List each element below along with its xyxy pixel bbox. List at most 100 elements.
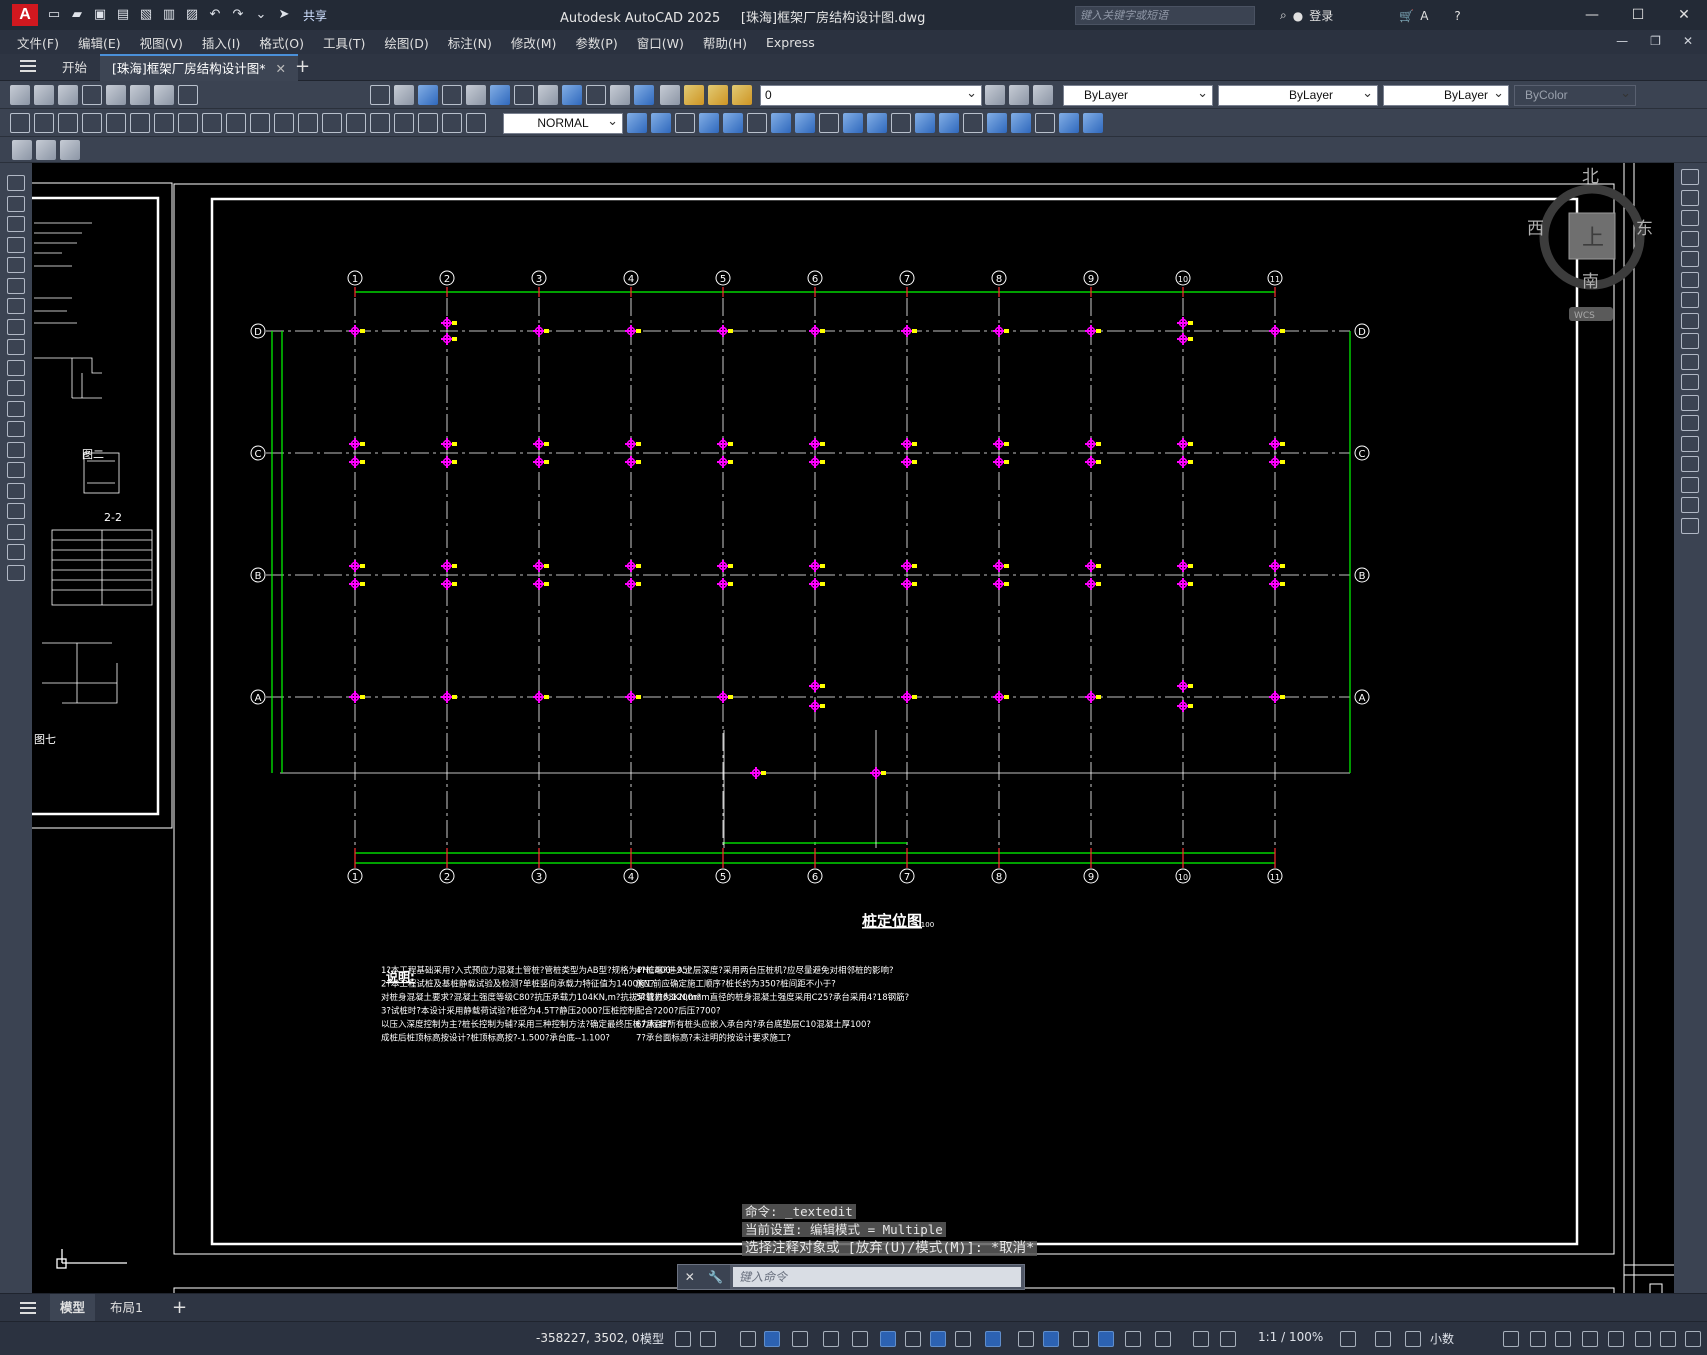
isodraft-icon[interactable] <box>852 1331 868 1347</box>
insert-block-icon[interactable] <box>7 400 25 417</box>
linetype-select[interactable]: ByLayer <box>1218 83 1378 106</box>
lineweight-select[interactable]: ByLayer <box>1383 83 1509 106</box>
model-space-button[interactable]: 模型 <box>640 1330 664 1347</box>
viewcube-south[interactable]: 南 <box>1582 272 1599 292</box>
3d-osnap-icon[interactable] <box>1018 1331 1034 1347</box>
offset-icon[interactable] <box>1681 230 1699 247</box>
quick-properties-icon[interactable] <box>1375 1331 1391 1347</box>
snap-icon[interactable] <box>700 1331 716 1347</box>
graphics-performance-icon[interactable] <box>1530 1331 1546 1347</box>
polygon-icon[interactable] <box>7 236 25 253</box>
erase-icon[interactable] <box>1681 169 1699 185</box>
color-select[interactable]: ByLayer <box>1063 83 1213 106</box>
blend-icon[interactable] <box>1681 497 1699 513</box>
edit-text-icon[interactable] <box>442 113 462 133</box>
import-icon[interactable]: ▧ <box>138 7 154 23</box>
infer-icon[interactable] <box>740 1331 756 1347</box>
plotstyle-select[interactable]: ByColor <box>1514 83 1636 106</box>
close-icon[interactable]: ✕ <box>1661 0 1707 30</box>
chamfer-icon[interactable] <box>1681 456 1699 472</box>
help-icon[interactable]: ? <box>1454 9 1460 23</box>
chamfer-icon[interactable] <box>915 113 935 133</box>
array-icon[interactable] <box>1681 251 1699 267</box>
offset-icon[interactable] <box>675 113 695 133</box>
menu-item[interactable]: 标注(N) <box>448 33 492 52</box>
close-command-icon[interactable]: ✕ <box>685 1270 695 1284</box>
break-point-icon[interactable] <box>1681 394 1699 411</box>
user-icon[interactable]: ● <box>1293 9 1303 23</box>
layer-icon[interactable] <box>634 85 654 105</box>
workspace-icon[interactable] <box>1193 1331 1209 1347</box>
customize-command-icon[interactable]: 🔧 <box>708 1270 723 1284</box>
save-icon[interactable] <box>58 85 78 105</box>
tab-model[interactable]: 模型 <box>50 1294 96 1321</box>
units-icon[interactable] <box>1340 1331 1356 1347</box>
app-logo[interactable]: A <box>12 4 38 26</box>
jogged-linear-icon[interactable] <box>394 113 414 133</box>
match-layer-icon[interactable] <box>1009 85 1029 105</box>
share-icon[interactable]: ➤ <box>276 7 292 23</box>
calculator-icon[interactable] <box>586 85 606 105</box>
move-icon[interactable] <box>723 113 743 133</box>
ortho-icon[interactable] <box>792 1331 808 1347</box>
status-menu-icon[interactable] <box>1660 1331 1676 1347</box>
make-current-layer-icon[interactable] <box>985 85 1005 105</box>
extend-icon[interactable] <box>1681 374 1699 390</box>
layer-freeze-icon[interactable] <box>708 85 728 105</box>
array-icon[interactable] <box>699 113 719 133</box>
doc-minimize-icon[interactable]: — <box>1616 34 1628 48</box>
break-icon[interactable] <box>867 113 887 133</box>
zoom-previous-icon[interactable] <box>442 85 462 105</box>
aligned-dim-icon[interactable] <box>34 113 54 133</box>
menu-item[interactable]: 视图(V) <box>140 33 183 52</box>
login-button[interactable]: 登录 <box>1309 7 1333 24</box>
construction-line-icon[interactable] <box>7 195 25 212</box>
polyline-icon[interactable] <box>7 216 25 232</box>
ordinate-dim-icon[interactable] <box>82 113 102 133</box>
auto-scale-icon[interactable] <box>1155 1331 1171 1347</box>
hardware-accel-icon[interactable] <box>1608 1331 1624 1347</box>
pan-icon[interactable] <box>370 85 390 105</box>
viewcube-east[interactable]: 东 <box>1636 219 1653 239</box>
tool-palette-icon[interactable] <box>514 85 534 105</box>
arc-length-icon[interactable] <box>58 113 78 133</box>
redo-icon[interactable]: ↷ <box>230 7 246 23</box>
extra-icon[interactable] <box>1685 1331 1701 1347</box>
save-as-icon[interactable]: ▤ <box>115 7 131 23</box>
scale-icon[interactable] <box>1681 312 1699 329</box>
spline-icon[interactable] <box>7 339 25 355</box>
erase-icon[interactable] <box>987 113 1007 133</box>
fillet-icon[interactable] <box>939 113 959 133</box>
transparency-icon[interactable] <box>955 1331 971 1347</box>
publish-icon[interactable] <box>130 85 150 105</box>
help-search-input[interactable]: 键入关键字或短语 <box>1075 6 1255 25</box>
linear-dim-icon[interactable] <box>10 113 30 133</box>
viewcube-west[interactable]: 西 <box>1527 219 1544 239</box>
zoom-realtime-icon[interactable] <box>394 85 414 105</box>
move-icon[interactable] <box>1681 271 1699 288</box>
doc-restore-icon[interactable]: ❐ <box>1650 34 1661 48</box>
radius-dim-icon[interactable] <box>106 113 126 133</box>
make-block-icon[interactable] <box>7 421 25 437</box>
search-icon[interactable]: ⌕ <box>1280 8 1287 23</box>
diameter-dim-icon[interactable] <box>154 113 174 133</box>
doc-close-icon[interactable]: ✕ <box>1683 34 1693 48</box>
selection-cycling-icon[interactable] <box>985 1331 1001 1347</box>
menu-item[interactable]: 帮助(H) <box>703 33 747 52</box>
lineweight-icon[interactable] <box>930 1331 946 1347</box>
cut-icon[interactable] <box>154 85 174 105</box>
command-input[interactable]: 键入命令 <box>733 1267 1021 1287</box>
new-tab-icon[interactable]: + <box>295 56 310 77</box>
layer-on-icon[interactable] <box>684 85 704 105</box>
layer-select[interactable]: 0 <box>760 83 982 106</box>
break-dim-icon[interactable] <box>298 113 318 133</box>
explode-icon[interactable] <box>963 113 983 133</box>
sheet-set-icon[interactable] <box>538 85 558 105</box>
fillet-icon[interactable] <box>1681 476 1699 493</box>
menu-item[interactable]: 窗口(W) <box>637 33 684 52</box>
menu-item[interactable]: 插入(I) <box>202 33 240 52</box>
share-button[interactable]: 共享 <box>303 7 327 24</box>
properties-icon[interactable] <box>12 140 32 160</box>
join-icon[interactable] <box>1681 435 1699 452</box>
open-file-icon[interactable]: ▰ <box>69 7 85 23</box>
